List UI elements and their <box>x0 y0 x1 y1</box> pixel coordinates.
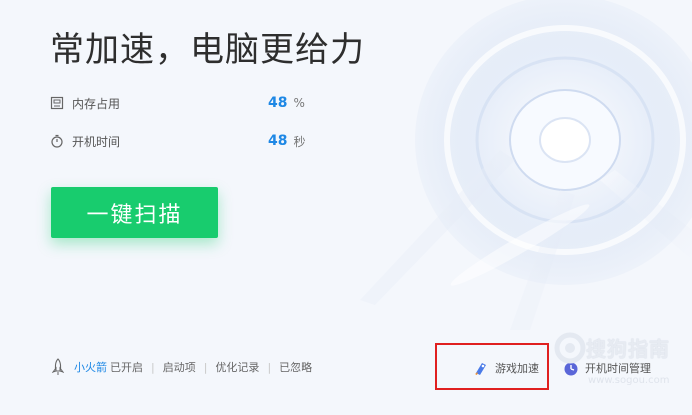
memory-usage-row: 内存占用 48 % <box>50 93 305 113</box>
highlight-box <box>435 343 549 390</box>
memory-usage-value: 48 <box>268 95 288 111</box>
app-window: { "main": { "title": "常加速，电脑更给力", "stats… <box>0 0 692 415</box>
one-click-scan-button[interactable]: 一键扫描 <box>51 187 218 238</box>
stopwatch-icon <box>50 134 64 148</box>
startup-items-link[interactable]: 启动项 <box>163 359 196 375</box>
memory-icon <box>50 96 64 110</box>
watermark-url: www.sogou.com <box>588 375 670 386</box>
boot-time-label: 开机时间 <box>72 134 121 149</box>
optimize-history-link[interactable]: 优化记录 <box>215 359 259 375</box>
watermark-text: 搜狗指南 <box>586 337 670 361</box>
divider: | <box>151 360 155 374</box>
boot-time-row: 开机时间 48 秒 <box>50 131 306 151</box>
ignored-link[interactable]: 已忽略 <box>279 359 312 375</box>
page-title: 常加速，电脑更给力 <box>50 30 365 70</box>
memory-usage-unit: % <box>293 96 305 110</box>
boot-time-value: 48 <box>268 133 288 149</box>
divider: | <box>203 360 208 374</box>
memory-usage-label: 内存占用 <box>72 96 121 111</box>
rocket-status: 已开启 <box>110 361 143 374</box>
bottom-status-bar: 小火箭 已开启 | 启动项 | 优化记录 | 已忽略 <box>50 357 312 377</box>
boot-time-unit: 秒 <box>293 134 306 149</box>
divider: | <box>267 360 272 374</box>
rocket-link[interactable]: 小火箭 <box>74 359 107 375</box>
rocket-icon[interactable] <box>50 358 66 376</box>
